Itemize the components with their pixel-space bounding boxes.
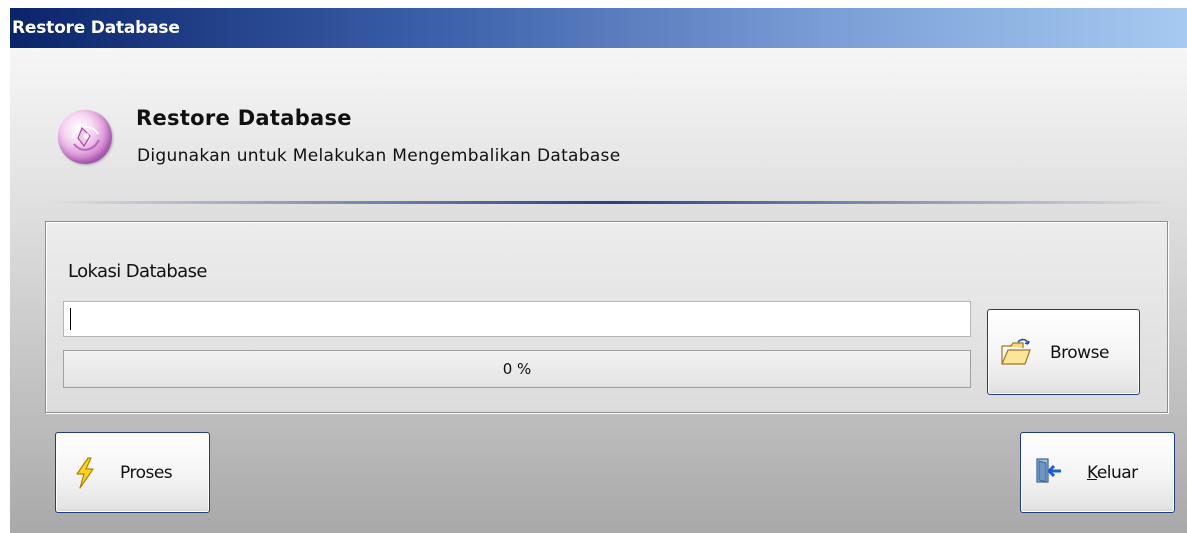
database-location-input[interactable] xyxy=(63,301,971,337)
proses-label: Proses xyxy=(120,463,173,483)
browse-label: Browse xyxy=(1050,343,1109,363)
window-title: Restore Database xyxy=(12,18,180,38)
keluar-button[interactable]: Keluar xyxy=(1020,432,1175,513)
title-bar[interactable]: Restore Database xyxy=(10,8,1187,48)
progress-text: 0 % xyxy=(502,360,532,378)
keluar-accelerator: K xyxy=(1087,463,1097,483)
keluar-label: Keluar xyxy=(1087,463,1138,483)
database-orb-icon xyxy=(58,110,112,164)
location-label: Lokasi Database xyxy=(68,261,207,282)
text-caret xyxy=(70,308,71,330)
browse-button[interactable]: Browse xyxy=(987,309,1140,395)
restore-database-window: Restore Database Restore Database Diguna… xyxy=(10,8,1187,533)
exit-door-icon xyxy=(1035,457,1063,489)
keluar-label-rest: eluar xyxy=(1096,463,1138,483)
location-panel: Lokasi Database 0 % Browse xyxy=(45,221,1168,413)
proses-button[interactable]: Proses xyxy=(55,432,210,513)
page-subtitle: Digunakan untuk Melakukan Mengembalikan … xyxy=(137,146,621,166)
open-folder-icon xyxy=(1000,338,1032,372)
progress-bar: 0 % xyxy=(63,350,971,388)
page-title: Restore Database xyxy=(136,106,352,130)
header-separator xyxy=(50,201,1170,204)
lightning-icon xyxy=(74,457,96,493)
